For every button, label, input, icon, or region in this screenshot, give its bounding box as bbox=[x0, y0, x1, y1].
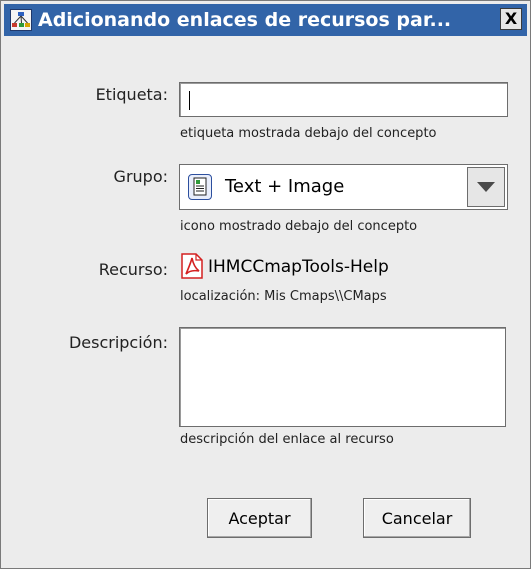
grupo-label: Grupo: bbox=[113, 167, 168, 186]
descripcion-textarea[interactable] bbox=[179, 327, 506, 427]
recurso-label: Recurso: bbox=[98, 260, 168, 279]
grupo-select[interactable]: Text + Image bbox=[179, 164, 508, 210]
close-button[interactable]: X bbox=[500, 8, 522, 30]
descripcion-label: Descripción: bbox=[68, 333, 168, 352]
cmaptools-network-icon bbox=[10, 9, 32, 31]
grupo-selected-value: Text + Image bbox=[225, 176, 345, 197]
window-title: Adicionando enlaces de recursos par... bbox=[38, 9, 452, 31]
etiqueta-label: Etiqueta: bbox=[95, 85, 168, 104]
title-bar[interactable]: Adicionando enlaces de recursos par... X bbox=[4, 4, 527, 36]
cancel-button[interactable]: Cancelar bbox=[363, 498, 471, 538]
descripcion-hint: descripción del enlace al recurso bbox=[180, 432, 394, 447]
etiqueta-hint: etiqueta mostrada debajo del concepto bbox=[180, 126, 437, 141]
pdf-icon bbox=[181, 253, 203, 279]
grupo-hint: icono mostrado debajo del concepto bbox=[180, 219, 418, 234]
accept-button[interactable]: Aceptar bbox=[207, 498, 312, 538]
etiqueta-input[interactable] bbox=[179, 82, 508, 117]
chevron-down-icon[interactable] bbox=[467, 167, 505, 207]
text-image-icon bbox=[188, 174, 212, 200]
recurso-location: localización: Mis Cmaps\\CMaps bbox=[180, 289, 387, 304]
text-caret bbox=[189, 91, 190, 110]
dialog-window: Adicionando enlaces de recursos par... X… bbox=[0, 0, 531, 569]
recurso-name: IHMCCmapTools-Help bbox=[208, 257, 389, 277]
